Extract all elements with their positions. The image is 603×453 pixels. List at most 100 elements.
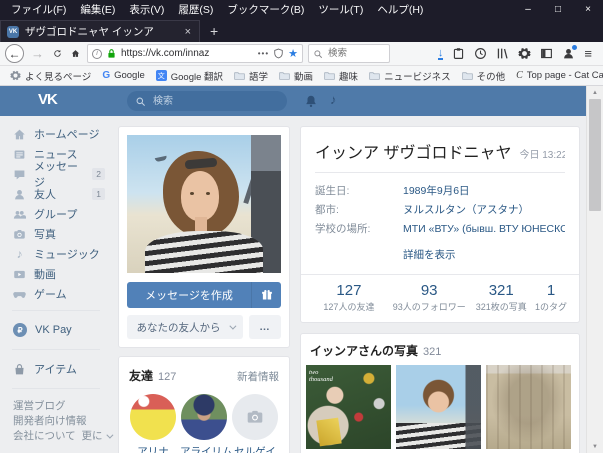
footer-more-label[interactable]: 更に [82,430,103,442]
menu-help[interactable]: ヘルプ(H) [370,2,430,17]
photo-thumbnail-christmas[interactable]: two thousand [306,365,391,449]
library-icon[interactable] [496,47,509,60]
bookmark-cat-care[interactable]: C Top page - Cat Care [511,70,603,81]
sidebar-toggle-icon[interactable] [540,47,553,60]
bookmark-folder-languages[interactable]: 語学 [229,69,273,83]
page-scrollbar[interactable]: ▲ ▼ [586,86,603,453]
photos-title[interactable]: イッンアさんの写真 [310,342,418,359]
friends-title[interactable]: 友達 [129,367,153,384]
sidebar-item-messages[interactable]: メッセージ 2 [0,161,112,189]
sidebar-item-games[interactable]: ゲーム [0,284,112,304]
menu-edit[interactable]: 編集(E) [73,2,122,17]
menu-file[interactable]: ファイル(F) [4,2,73,17]
tab-close-icon[interactable]: × [183,26,193,38]
gear-icon[interactable] [518,47,531,60]
new-tab-button[interactable]: + [200,20,228,42]
stat-photos[interactable]: 321 321枚の写真 [468,282,535,313]
footer-link-about[interactable]: 会社について 更に [13,429,113,444]
scroll-up-arrow[interactable]: ▲ [587,86,603,99]
gear-icon [10,70,21,81]
footer-link-developers[interactable]: 開発者向け情報 [13,414,112,429]
url-bar[interactable]: i https://vk.com/innaz ••• ★ [87,44,303,63]
browser-search-box[interactable] [308,44,390,63]
sidebar-label: グループ [34,209,78,221]
sidebar-item-music[interactable]: ♪ ミュージック [0,244,112,264]
show-details-link[interactable]: 詳細を表示 [403,247,565,262]
profile-photo[interactable] [127,135,281,273]
sidebar-item-groups[interactable]: グループ [0,204,112,224]
sidebar-item-photos[interactable]: 写真 [0,224,112,244]
city-link[interactable]: ヌルスルタン（アスタナ） [403,201,529,220]
mural-glider-shape [154,155,168,163]
profile-more-button[interactable]: … [249,315,281,339]
friend-item[interactable]: アリナ [129,394,177,453]
bookmark-folder-videos[interactable]: 動画 [274,69,318,83]
birthday-link[interactable]: 1989年9月6日 [403,182,470,201]
friend-item[interactable]: アライリム [180,394,233,453]
maximize-button[interactable]: □ [543,0,573,19]
bookmark-folder-newbusiness[interactable]: ニュービジネス [364,69,456,83]
footer-link-blog[interactable]: 運営ブログ [13,399,112,414]
url-text[interactable]: https://vk.com/innaz [121,48,254,59]
menu-history[interactable]: 履歴(S) [171,2,220,17]
vk-logo[interactable]: VK [38,91,58,108]
bookmark-google-translate[interactable]: 文 Google 翻訳 [151,69,228,83]
stat-followers[interactable]: 93 93人のフォロワー [391,282,468,313]
music-note-icon[interactable]: ♪ [330,92,337,107]
download-icon[interactable]: ↓ [437,47,444,60]
pocket-shield-icon[interactable] [273,48,284,59]
school-link[interactable]: МТИ «ВТУ» (бывш. ВТУ ЮНЕСКО) '19 [403,220,565,239]
menu-tools[interactable]: ツール(T) [311,2,370,17]
friend-name[interactable]: アライリム [180,444,233,453]
forward-button[interactable]: → [29,47,46,60]
menu-view[interactable]: 表示(V) [122,2,171,17]
account-icon[interactable] [562,45,578,60]
menu-bookmarks[interactable]: ブックマーク(B) [220,2,311,17]
friend-item[interactable]: セルゲイ [231,394,279,453]
tab-vk-profile[interactable]: VK ザヴゴロドニャヤ イッンア × [0,20,200,42]
translate-icon: 文 [155,70,167,81]
friend-name[interactable]: セルゲイ [231,444,279,453]
sidebar-item-vkpay[interactable]: ₽ VK Pay [0,317,112,343]
close-button[interactable]: × [573,0,603,19]
friend-name[interactable]: アリナ [129,444,177,453]
avatar[interactable] [181,394,227,440]
scroll-down-arrow[interactable]: ▼ [587,440,603,453]
vk-search-box[interactable] [127,91,287,111]
page-actions-icon[interactable]: ••• [258,49,269,58]
bookmark-google[interactable]: G Google [97,70,149,81]
gift-button[interactable] [251,282,281,308]
scrollbar-thumb[interactable] [589,99,601,211]
clipboard-icon[interactable] [452,47,465,60]
back-button[interactable]: ← [5,44,24,63]
avatar[interactable] [232,394,278,440]
sidebar-item-video[interactable]: 動画 [0,264,112,284]
send-message-button[interactable]: メッセージを作成 [127,282,281,308]
profile-info-card: イッンア ザヴゴロドニャヤ 今日 13:22 にログイ 誕生日: 1989年9月… [300,126,580,323]
history-clock-icon[interactable] [474,47,487,60]
sidebar-item-home[interactable]: ホームページ [0,124,112,144]
browser-menubar: ファイル(F) 編集(E) 表示(V) 履歴(S) ブックマーク(B) ツール(… [0,0,603,19]
menu-hamburger-icon[interactable]: ≡ [584,46,592,61]
bookmark-star-icon[interactable]: ★ [288,47,298,60]
bookmark-label: Google 翻訳 [170,71,224,83]
stat-tags[interactable]: 1 1のタグ [535,282,567,313]
friend-status-button[interactable]: あなたの友人から [127,315,243,339]
vk-search-input[interactable] [151,94,261,108]
friends-updates-link[interactable]: 新着情報 [237,369,279,384]
messages-icon [13,168,26,181]
minimize-button[interactable]: – [513,0,543,19]
bell-icon[interactable] [304,94,318,108]
reload-icon[interactable] [51,47,64,60]
site-info-icon[interactable]: i [92,48,102,59]
browser-search-input[interactable] [326,47,376,60]
home-icon[interactable] [69,47,82,60]
bookmark-most-visited[interactable]: よく見るページ [5,69,96,83]
bookmark-folder-other[interactable]: その他 [457,69,511,83]
sidebar-item-market[interactable]: アイテム [0,356,112,382]
photo-thumbnail-selfie[interactable] [396,365,481,449]
photo-thumbnail-stone-facade[interactable] [486,365,571,449]
stat-friends[interactable]: 127 127人の友達 [307,282,391,313]
avatar[interactable] [130,394,176,440]
bookmark-folder-hobby[interactable]: 趣味 [319,69,363,83]
